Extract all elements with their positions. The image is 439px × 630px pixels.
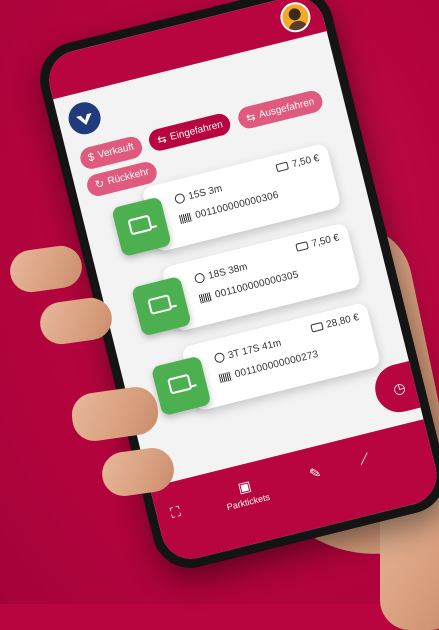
nav-item-parktickets[interactable]: ▣ Parktickets xyxy=(221,473,271,512)
car-arrow-icon xyxy=(147,294,173,315)
avatar-body xyxy=(286,18,310,36)
ticket-status-badge xyxy=(131,275,192,337)
app-logo-icon xyxy=(65,98,104,138)
duration-text: 18S 38m xyxy=(207,261,249,282)
nav-item-stats[interactable]: ⟋ xyxy=(357,450,371,471)
dollar-icon: $ xyxy=(86,150,96,164)
filter-chip-label: Eingefahren xyxy=(168,118,224,143)
clock-icon xyxy=(173,192,187,205)
filter-chip-eingefahren[interactable]: ⇆ Eingefahren xyxy=(146,111,233,153)
cash-icon xyxy=(275,161,290,173)
nav-item-tools[interactable]: ✎ xyxy=(308,464,324,485)
barcode-icon xyxy=(218,371,233,384)
barcode-icon xyxy=(178,212,193,224)
price-text: 7,50 € xyxy=(310,232,341,250)
ticket-duration: 18S 38m xyxy=(193,261,249,285)
price-text: 28,80 € xyxy=(325,311,361,331)
price-text: 7,50 € xyxy=(290,152,321,171)
chart-line-icon: ⟋ xyxy=(357,449,371,468)
clock-icon xyxy=(213,352,226,365)
cash-icon xyxy=(295,241,310,253)
cash-icon xyxy=(309,322,324,333)
ticket-duration: 15S 3m xyxy=(173,183,224,205)
ticket-status-badge xyxy=(150,355,212,417)
barcode-icon xyxy=(198,291,213,304)
ticket-price: 7,50 € xyxy=(275,152,321,174)
car-arrow-icon xyxy=(127,214,153,236)
car-in-icon: ⇆ xyxy=(156,132,168,147)
car-arrow-icon xyxy=(167,373,193,395)
user-avatar[interactable] xyxy=(277,0,314,36)
ticket-price: 7,50 € xyxy=(295,232,340,253)
return-icon: ↻ xyxy=(93,177,106,192)
ticket-price: 28,80 € xyxy=(309,311,361,335)
filter-chip-label: Ausgefahren xyxy=(257,95,316,121)
filter-chip-label: Verkauft xyxy=(96,141,136,161)
filter-chip-ausgefahren[interactable]: ⇆ Ausgefahren xyxy=(235,88,325,131)
ticket-status-badge xyxy=(111,196,172,258)
clock-icon: ◷ xyxy=(391,378,408,398)
duration-text: 3T 17S 41m xyxy=(227,337,283,362)
nav-item-network[interactable]: ⛶ xyxy=(169,503,183,524)
avatar-head xyxy=(287,7,302,22)
filter-chip-label: Rückkehr xyxy=(106,166,151,188)
network-icon: ⛶ xyxy=(168,503,183,521)
duration-text: 15S 3m xyxy=(187,183,224,203)
magic-wand-icon: ✎ xyxy=(307,463,323,483)
car-out-icon: ⇆ xyxy=(244,110,257,125)
clock-icon xyxy=(193,272,206,285)
